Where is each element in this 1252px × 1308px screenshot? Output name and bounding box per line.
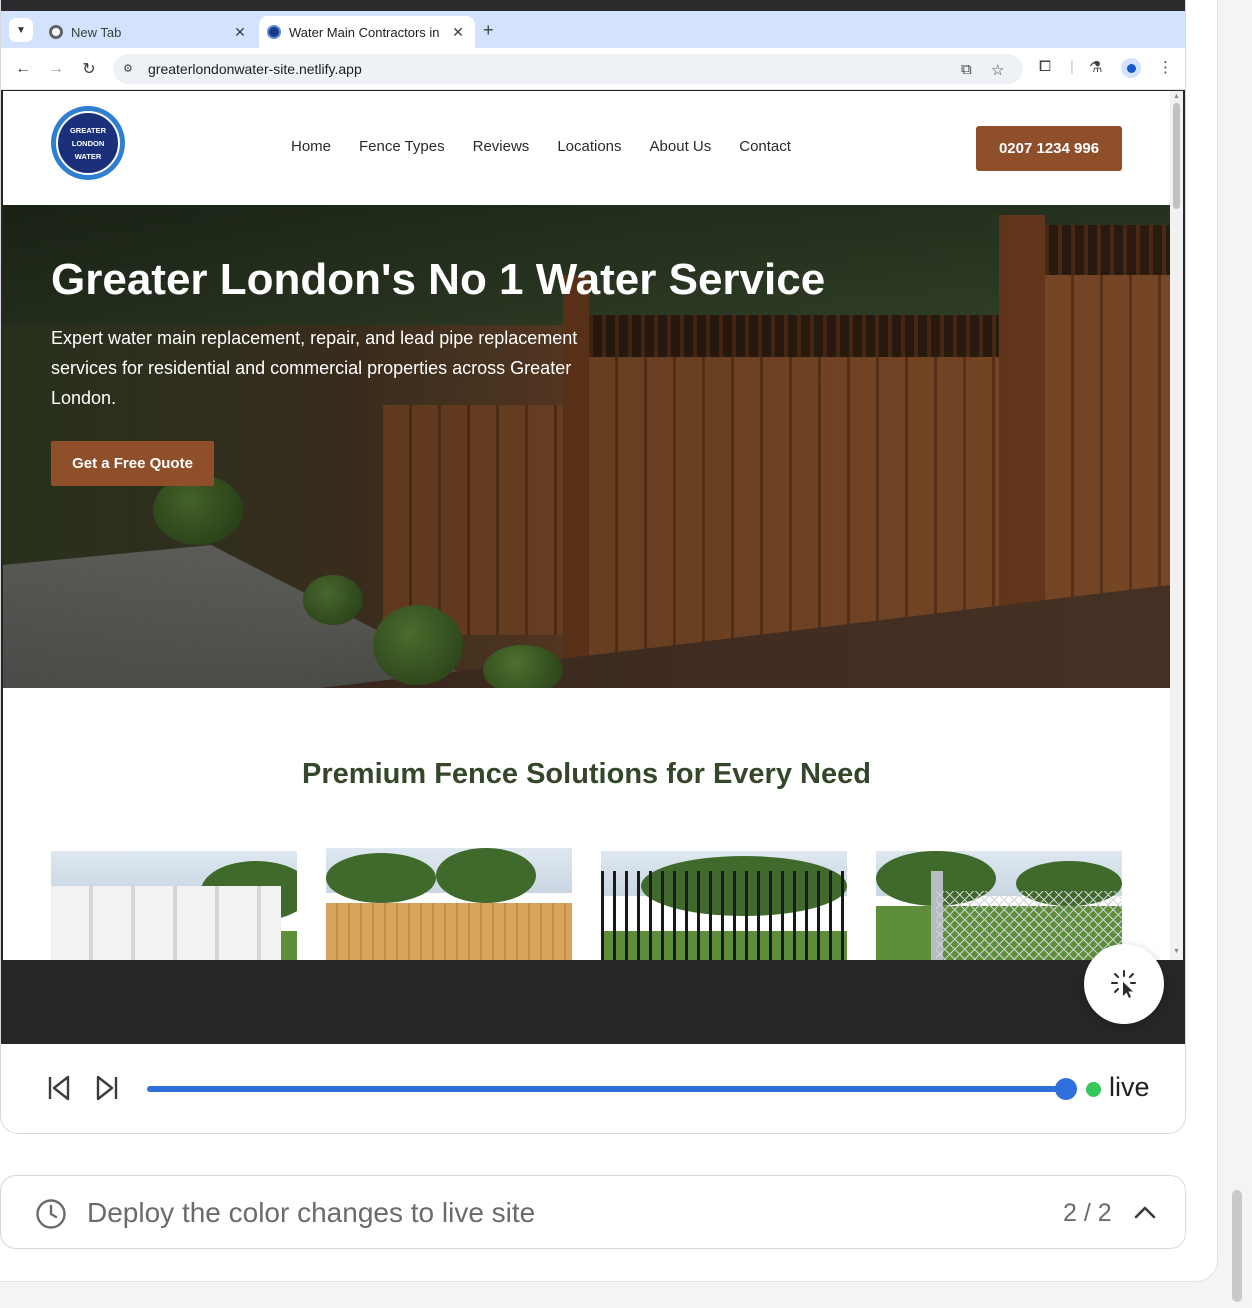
scroll-up-icon[interactable]: ▲ — [1173, 93, 1180, 100]
new-tab-plus-icon[interactable]: + — [483, 20, 494, 41]
chain-link-fence-image[interactable] — [876, 851, 1122, 960]
site-header: GREATER LONDON WATER Home Fence Types Re… — [3, 91, 1170, 205]
tab-search-button[interactable]: ▼ — [9, 18, 33, 42]
white-vinyl-fence-image[interactable] — [51, 851, 297, 960]
hero-subtitle: Expert water main replacement, repair, a… — [51, 328, 578, 408]
player-controls: live — [1, 1044, 1185, 1133]
site-settings-icon[interactable]: ⚙ — [123, 62, 133, 75]
cursor-sparkle-icon — [1111, 970, 1136, 998]
chevron-up-icon[interactable] — [1133, 1204, 1157, 1220]
extensions-puzzle-icon[interactable]: ⧠ — [1039, 58, 1051, 75]
close-icon[interactable]: ✕ — [447, 24, 469, 41]
timeline-progress-fill — [147, 1086, 1067, 1092]
nav-home[interactable]: Home — [291, 138, 331, 155]
free-quote-button[interactable]: Get a Free Quote — [51, 441, 214, 486]
black-metal-fence-image[interactable] — [601, 851, 847, 960]
page-viewport: GREATER LONDON WATER Home Fence Types Re… — [3, 91, 1183, 960]
phone-button[interactable]: 0207 1234 996 — [976, 126, 1122, 171]
browser-toolbar: ← → ↻ ⚙ greaterlondonwater-site.netlify.… — [1, 48, 1185, 90]
section-title: Premium Fence Solutions for Every Need — [302, 758, 871, 790]
nav-reviews[interactable]: Reviews — [473, 138, 530, 155]
address-bar[interactable]: ⚙ greaterlondonwater-site.netlify.app ⧉ … — [113, 54, 1023, 84]
back-arrow-icon[interactable]: ← — [12, 58, 34, 80]
task-title: Deploy the color changes to live site — [87, 1197, 536, 1228]
tab-title: New Tab — [71, 24, 122, 40]
scroll-thumb[interactable] — [1173, 103, 1180, 209]
menu-kebab-icon[interactable]: ⋮ — [1158, 58, 1173, 76]
logo-text-line: GREATER — [69, 125, 107, 135]
tab-water-main[interactable]: Water Main Contractors in ✕ — [259, 16, 475, 48]
install-app-icon[interactable]: ⧉ — [961, 61, 972, 78]
browser-window: ▼ New Tab ✕ Water Main Contractors in ✕ … — [1, 0, 1185, 1044]
bookmark-star-icon[interactable]: ☆ — [991, 61, 1004, 79]
nav-locations[interactable]: Locations — [557, 138, 621, 155]
page-vertical-scrollbar[interactable]: ▲ ▼ — [1170, 91, 1183, 960]
tab-title: Water Main Contractors in — [289, 24, 440, 40]
page-scrollbar[interactable] — [1232, 1190, 1242, 1302]
task-status-card[interactable]: Deploy the color changes to live site 2 … — [0, 1175, 1186, 1249]
close-icon[interactable]: ✕ — [229, 24, 251, 41]
labs-flask-icon[interactable]: ⚗ — [1089, 58, 1102, 76]
wood-privacy-fence-image[interactable] — [326, 848, 572, 960]
replay-player: ▼ New Tab ✕ Water Main Contractors in ✕ … — [0, 0, 1186, 1134]
site-favicon-icon — [267, 25, 281, 39]
nav-contact[interactable]: Contact — [739, 138, 791, 155]
logo-text-line: WATER — [74, 151, 102, 161]
hero-title: Greater London's No 1 Water Service — [51, 255, 826, 304]
url-text[interactable]: greaterlondonwater-site.netlify.app — [148, 61, 362, 77]
reload-icon[interactable]: ↻ — [78, 58, 100, 80]
skip-back-icon[interactable] — [47, 1074, 71, 1102]
scroll-down-icon[interactable]: ▼ — [1173, 948, 1180, 955]
chrome-icon — [49, 25, 63, 39]
profile-avatar-icon[interactable] — [1121, 58, 1141, 78]
toolbar-divider: | — [1070, 58, 1074, 75]
tab-bar: ▼ New Tab ✕ Water Main Contractors in ✕ … — [1, 11, 1185, 48]
cursor-tracking-button[interactable] — [1084, 944, 1164, 1024]
clock-icon — [36, 1199, 66, 1229]
live-indicator-dot — [1086, 1082, 1101, 1097]
timeline-handle[interactable] — [1055, 1078, 1077, 1100]
live-label: live — [1109, 1072, 1150, 1102]
nav-fence-types[interactable]: Fence Types — [359, 138, 445, 155]
window-top-strip — [1, 0, 1185, 11]
main-nav: Home Fence Types Reviews Locations About… — [291, 138, 819, 155]
skip-forward-icon[interactable] — [95, 1074, 119, 1102]
tab-new-tab[interactable]: New Tab ✕ — [41, 16, 257, 48]
timeline-progress-bar[interactable] — [147, 1086, 1067, 1092]
nav-about-us[interactable]: About Us — [650, 138, 712, 155]
forward-arrow-icon[interactable]: → — [45, 58, 67, 80]
logo-text-line: LONDON — [71, 138, 105, 148]
hero-section: Greater London's No 1 Water Service Expe… — [3, 205, 1170, 688]
task-counter: 2 / 2 — [1063, 1199, 1112, 1227]
site-logo[interactable]: GREATER LONDON WATER — [51, 106, 125, 180]
